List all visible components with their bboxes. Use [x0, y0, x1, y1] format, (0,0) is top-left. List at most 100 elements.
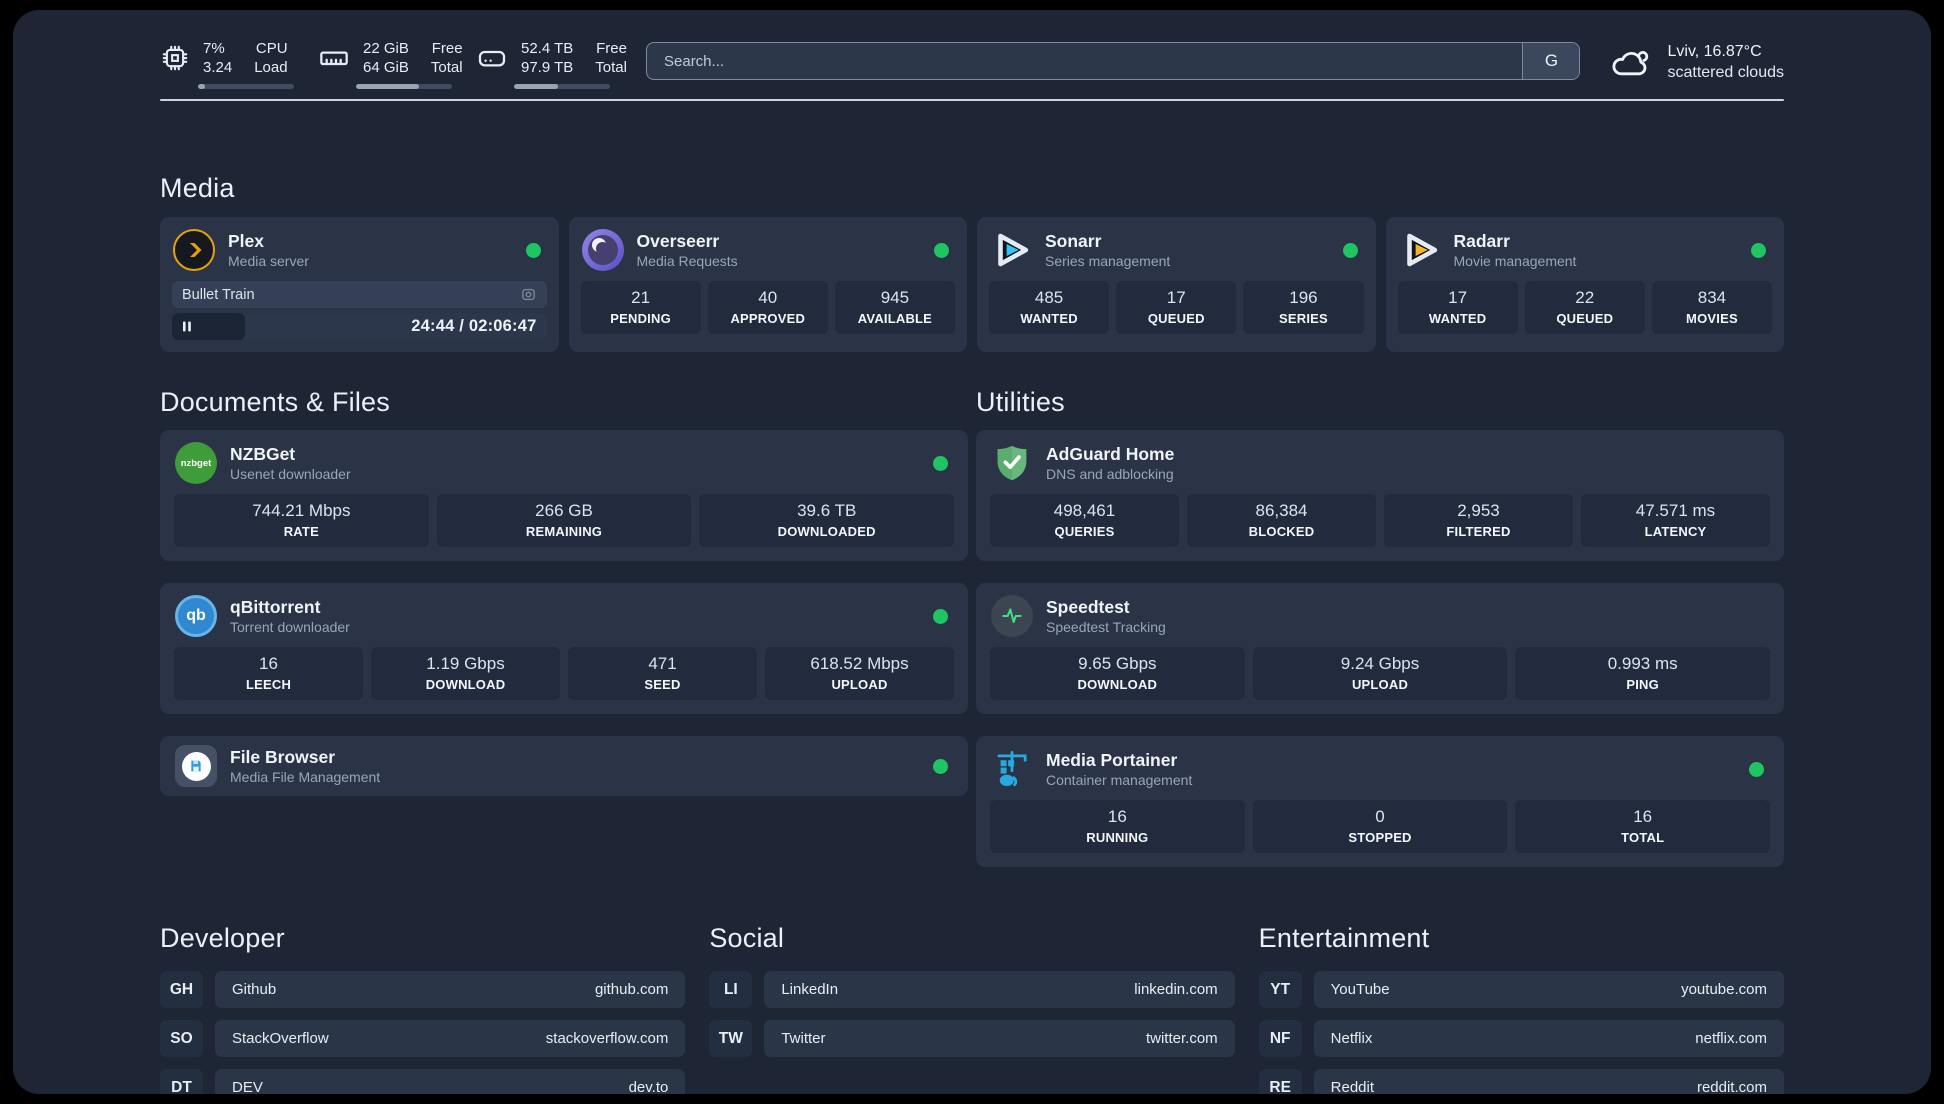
radarr-status-dot: [1751, 242, 1766, 258]
stat-seed: 471 SEED: [568, 647, 757, 700]
link-row-dev: DT DEV dev.to: [160, 1069, 686, 1094]
nzbget-icon: nzbget: [175, 442, 217, 484]
storage-free-value: 52.4 TB: [521, 40, 574, 57]
stat-download: 1.19 Gbps DOWNLOAD: [371, 647, 560, 700]
stat-upload: 9.24 Gbps UPLOAD: [1252, 647, 1508, 700]
nzbget-status-dot: [933, 455, 948, 471]
plex-subtitle: Media server: [228, 253, 309, 269]
search-engine-button[interactable]: G: [1522, 43, 1580, 79]
github-link[interactable]: Github github.com: [215, 971, 686, 1008]
storage-total-value: 97.9 TB: [521, 59, 574, 76]
utilities-section-title: Utilities: [976, 387, 1065, 417]
memory-free-label: Free: [431, 40, 463, 57]
header-divider: [160, 99, 1784, 101]
adguard-icon: [991, 442, 1033, 484]
sonarr-icon: [990, 229, 1032, 271]
app-card-overseerr[interactable]: Overseerr Media Requests 21 PENDING 40 APP…: [568, 217, 967, 352]
filebrowser-icon: [175, 745, 217, 787]
cpu-progress-bar: [198, 84, 294, 89]
section-social: Social LI LinkedIn linkedin.com TW Twitte…: [709, 923, 1235, 1094]
youtube-link[interactable]: YouTube youtube.com: [1313, 971, 1784, 1008]
link-row-linkedin: LI LinkedIn linkedin.com: [709, 971, 1235, 1008]
storage-progress-fill: [514, 84, 559, 89]
app-card-speedtest[interactable]: Speedtest Speedtest Tracking 9.65 Gbps DO…: [976, 583, 1784, 714]
stat-total: 16 TOTAL: [1515, 800, 1771, 853]
search-input[interactable]: [647, 43, 1523, 79]
now-playing-title: Bullet Train: [182, 286, 255, 303]
stat-rate: 744.21 Mbps RATE: [174, 494, 429, 547]
plex-icon: [173, 229, 215, 271]
stat-wanted: 17 WANTED: [1397, 281, 1518, 334]
stat-available: 945 AVAILABLE: [834, 281, 956, 334]
storage-total-label: Total: [595, 59, 627, 76]
cpu-label: CPU: [255, 40, 288, 57]
stat-queries: 498,461 QUERIES: [990, 494, 1179, 547]
app-card-filebrowser[interactable]: File Browser Media File Management: [160, 736, 968, 796]
portainer-subtitle: Container management: [1046, 772, 1193, 788]
portainer-title: Media Portainer: [1046, 750, 1178, 770]
developer-section-title: Developer: [160, 923, 285, 953]
section-entertainment: Entertainment YT YouTube youtube.com NF N…: [1258, 923, 1784, 1094]
weather-widget[interactable]: Lviv, 16.87°C scattered clouds: [1608, 41, 1784, 83]
plex-status-dot: [525, 242, 541, 258]
weather-location-temp: Lviv, 16.87°C: [1667, 43, 1762, 60]
qbittorrent-icon: qb: [175, 595, 217, 637]
section-media: Media Plex Media server Bullet Train 24:…: [160, 173, 1784, 352]
app-card-nzbget[interactable]: nzbget NZBGet Usenet downloader 744.21 M…: [160, 430, 968, 561]
qbittorrent-title: qBittorrent: [230, 597, 321, 617]
app-card-plex[interactable]: Plex Media server Bullet Train 24:44 / 0…: [160, 217, 559, 352]
app-card-portainer[interactable]: Media Portainer Container management 16 R…: [976, 736, 1784, 867]
pause-icon[interactable]: [182, 321, 192, 332]
twitter-link[interactable]: Twitter twitter.com: [764, 1020, 1235, 1057]
stat-ping: 0.993 ms PING: [1515, 647, 1771, 700]
stat-latency: 47.571 ms LATENCY: [1581, 494, 1770, 547]
speedtest-icon: [991, 595, 1033, 637]
memory-progress-bar: [356, 84, 452, 89]
playback-time: 24:44 / 02:06:47: [411, 317, 537, 335]
filebrowser-status-dot: [933, 758, 948, 774]
app-card-sonarr[interactable]: Sonarr Series management 485 WANTED 17 QUE…: [977, 217, 1376, 352]
dev-link[interactable]: DEV dev.to: [215, 1069, 686, 1094]
linkedin-link[interactable]: LinkedIn linkedin.com: [764, 971, 1235, 1008]
link-row-twitter: TW Twitter twitter.com: [709, 1020, 1235, 1057]
link-row-youtube: YT YouTube youtube.com: [1258, 971, 1784, 1008]
video-icon: [521, 288, 535, 301]
speedtest-subtitle: Speedtest Tracking: [1046, 619, 1166, 635]
cpu-percent: 7%: [203, 40, 225, 57]
app-card-adguard[interactable]: AdGuard Home DNS and adblocking 498,461 Q…: [976, 430, 1784, 561]
netflix-link[interactable]: Netflix netflix.com: [1313, 1020, 1784, 1057]
twitter-badge: TW: [709, 1020, 753, 1057]
reddit-badge: RE: [1258, 1069, 1302, 1094]
cpu-progress-fill: [198, 84, 205, 89]
stat-leech: 16 LEECH: [174, 647, 363, 700]
link-row-github: GH Github github.com: [160, 971, 686, 1008]
app-card-qbittorrent[interactable]: qb qBittorrent Torrent downloader 16 LEEC…: [160, 583, 968, 714]
radarr-subtitle: Movie management: [1453, 253, 1577, 269]
stackoverflow-link[interactable]: StackOverflow stackoverflow.com: [215, 1020, 686, 1057]
media-section-title: Media: [160, 173, 235, 203]
section-developer: Developer GH Github github.com SO StackOv…: [160, 923, 686, 1094]
plex-title: Plex: [228, 231, 264, 251]
app-card-radarr[interactable]: Radarr Movie management 17 WANTED 22 QUEUE…: [1385, 217, 1784, 352]
cpu-load-value: 3.24: [203, 59, 233, 76]
stat-filtered: 2,953 FILTERED: [1384, 494, 1573, 547]
reddit-link[interactable]: Reddit reddit.com: [1313, 1069, 1784, 1094]
youtube-badge: YT: [1258, 971, 1302, 1008]
dev-badge: DT: [160, 1069, 203, 1094]
documents-section-title: Documents & Files: [160, 387, 390, 417]
section-documents: Documents & Files nzbget NZBGet Usenet d…: [160, 387, 968, 867]
entertainment-section-title: Entertainment: [1258, 923, 1430, 953]
storage-progress-bar: [514, 84, 610, 89]
sonarr-title: Sonarr: [1045, 231, 1102, 251]
filebrowser-title: File Browser: [230, 747, 336, 767]
memory-total-value: 64 GiB: [363, 59, 409, 76]
disk-icon: [478, 50, 506, 67]
stat-upload: 618.52 Mbps UPLOAD: [765, 647, 954, 700]
overseerr-icon: [581, 229, 624, 271]
stat-series: 196 SERIES: [1243, 281, 1364, 334]
stat-downloaded: 39.6 TB DOWNLOADED: [699, 494, 955, 547]
sonarr-status-dot: [1342, 242, 1358, 258]
playback-progress-bar[interactable]: 24:44 / 02:06:47: [172, 313, 547, 340]
github-badge: GH: [160, 971, 203, 1008]
playback-progress-fill: [172, 313, 246, 340]
